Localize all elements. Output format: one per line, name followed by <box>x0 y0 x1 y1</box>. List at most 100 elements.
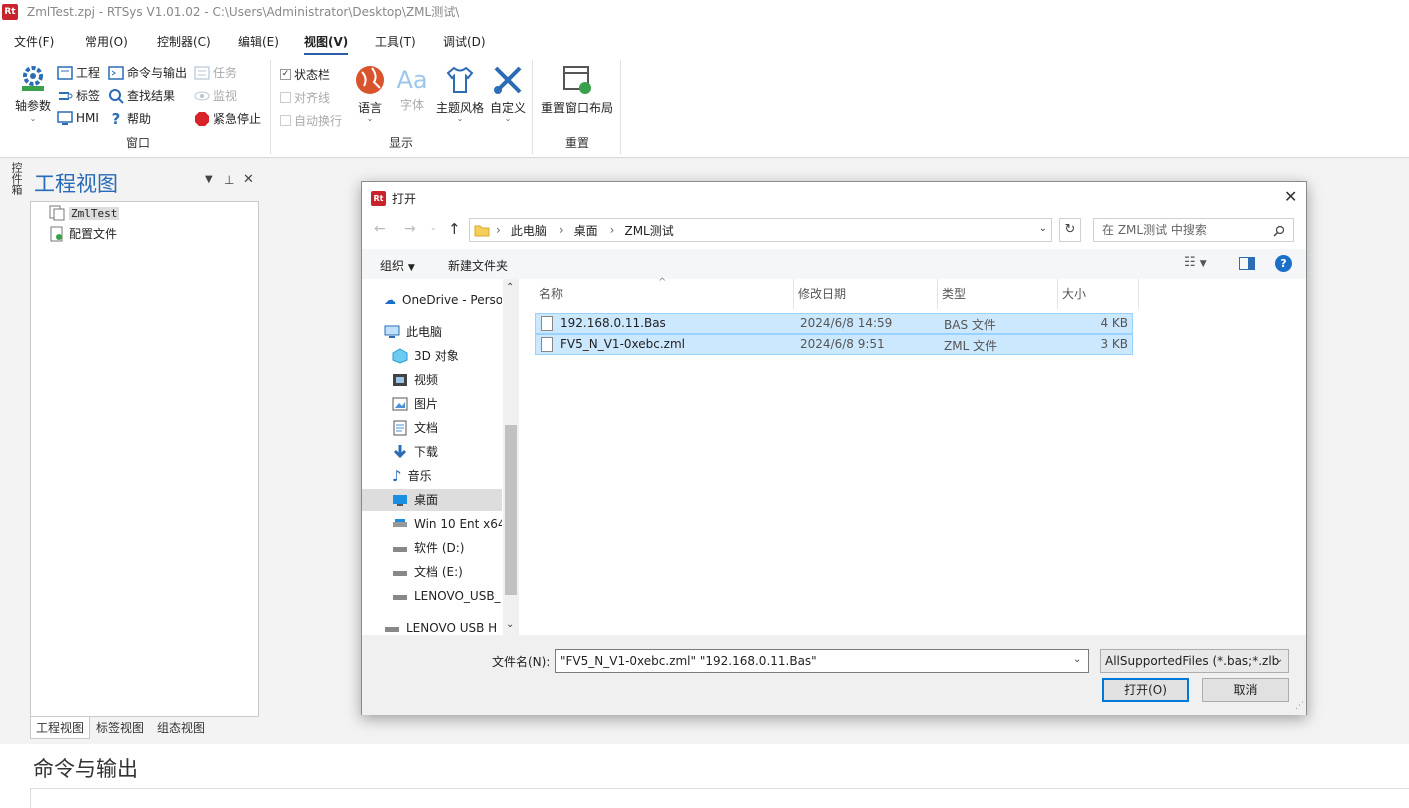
search-input[interactable]: 在 ZML测试 中搜索 <box>1093 218 1294 242</box>
drive-icon <box>393 571 407 576</box>
theme-button[interactable]: 主题风格 ⌄ <box>434 64 486 123</box>
nav-label: 视频 <box>414 373 439 387</box>
dropdown-icon[interactable]: ▼ <box>205 174 213 185</box>
find-results-button[interactable]: 查找结果 <box>108 87 175 104</box>
axis-params-label: 轴参数 <box>14 99 51 113</box>
filename-input[interactable]: "FV5_N_V1-0xebc.zml" "192.168.0.11.Bas" <box>555 649 1089 673</box>
nav-item-drive-d[interactable]: 软件 (D:) <box>392 537 502 559</box>
breadcrumb-desktop[interactable]: 桌面 <box>574 222 598 239</box>
column-header-date[interactable]: 修改日期 <box>794 279 938 309</box>
menu-debug[interactable]: 调试(D) <box>443 33 486 50</box>
menu-edit[interactable]: 编辑(E) <box>238 33 279 50</box>
auto-wrap-checkbox[interactable]: 自动换行 <box>280 112 342 129</box>
checkbox-icon <box>280 92 291 103</box>
scroll-down-icon[interactable]: ⌄ <box>506 619 514 630</box>
menu-bar: 文件(F) 常用(O) 控制器(C) 编辑(E) 视图(V) 工具(T) 调试(… <box>0 26 1409 56</box>
font-button[interactable]: Aa 字体 <box>394 64 430 113</box>
status-bar-checkbox[interactable]: ✓ 状态栏 <box>280 66 330 83</box>
scroll-up-icon[interactable]: ⌃ <box>506 282 514 293</box>
menu-common[interactable]: 常用(O) <box>85 33 128 50</box>
file-row[interactable]: 192.168.0.11.Bas 2024/6/8 14:59 BAS 文件 4… <box>535 313 1133 334</box>
chevron-down-icon[interactable]: ⌄ <box>1073 654 1081 665</box>
column-header-name[interactable]: 名称 <box>535 279 794 309</box>
menu-controller[interactable]: 控制器(C) <box>157 33 211 50</box>
tree-item-project[interactable]: ZmlTest <box>49 205 120 221</box>
nav-item-downloads[interactable]: 下载 <box>392 441 502 463</box>
labels-label: 标签 <box>76 89 101 103</box>
menu-tools[interactable]: 工具(T) <box>375 33 416 50</box>
nav-item-music[interactable]: ♪ 音乐 <box>392 465 502 487</box>
help-icon[interactable]: ? <box>1275 255 1292 272</box>
open-button[interactable]: 打开(O) <box>1102 678 1189 702</box>
nav-scrollbar[interactable]: ⌃ ⌄ <box>503 279 519 635</box>
task-button[interactable]: 任务 <box>194 64 237 81</box>
new-folder-button[interactable]: 新建文件夹 <box>448 257 508 274</box>
reset-layout-button[interactable]: 重置窗口布局 <box>540 64 614 116</box>
axis-params-button[interactable]: 轴参数 ⌄ <box>14 64 52 123</box>
nav-item-win10[interactable]: Win 10 Ent x64 <box>392 513 502 535</box>
nav-item-pictures[interactable]: 图片 <box>392 393 502 415</box>
organize-label: 组织 <box>380 259 405 273</box>
chevron-down-icon[interactable]: ⌄ <box>430 223 437 232</box>
cancel-button[interactable]: 取消 <box>1202 678 1289 702</box>
organize-button[interactable]: 组织 ▼ <box>380 257 415 274</box>
nav-item-documents[interactable]: 文档 <box>392 417 502 439</box>
close-icon[interactable]: ✕ <box>1284 187 1297 206</box>
filename-label: 文件名(N): <box>492 655 551 669</box>
close-icon[interactable]: ✕ <box>243 172 254 187</box>
chevron-down-icon[interactable]: ⌄ <box>1275 654 1283 665</box>
nav-label: 文档 (E:) <box>414 565 463 579</box>
monitor-button[interactable]: 监视 <box>194 87 237 104</box>
nav-item-desktop[interactable]: 桌面 <box>362 489 502 511</box>
cmd-output-button[interactable]: 命令与输出 <box>108 64 187 81</box>
chevron-down-icon[interactable]: ⌄ <box>1039 223 1047 234</box>
cmd-output-area[interactable] <box>30 788 1409 808</box>
hmi-button[interactable]: HMI <box>57 110 99 126</box>
file-list-pane: ^ 名称 修改日期 类型 大小 192.168.0.11.Bas 2024/6/… <box>519 277 1306 635</box>
custom-button[interactable]: 自定义 ⌄ <box>489 64 527 123</box>
align-line-checkbox[interactable]: 对齐线 <box>280 89 330 106</box>
menu-file[interactable]: 文件(F) <box>14 33 54 50</box>
drive-icon <box>393 519 407 527</box>
picture-icon <box>392 397 408 411</box>
menu-view[interactable]: 视图(V) <box>304 33 349 55</box>
toolbox-side-tab[interactable]: 控件箱 <box>4 162 24 208</box>
project-label: 工程 <box>76 66 101 80</box>
chevron-down-icon: ⌄ <box>29 114 37 123</box>
up-arrow-icon[interactable]: ↑ <box>448 220 461 238</box>
file-type-select[interactable]: AllSupportedFiles (*.bas;*.zlb <box>1100 649 1289 673</box>
nav-item-lenovo-usb[interactable]: LENOVO_USB_ <box>392 585 502 607</box>
help-button[interactable]: ? 帮助 <box>108 110 151 127</box>
nav-item-this-pc[interactable]: 此电脑 <box>384 321 502 343</box>
nav-item-onedrive[interactable]: ☁ OneDrive - Perso <box>384 289 502 311</box>
forward-arrow-icon[interactable]: → <box>404 221 416 237</box>
labels-button[interactable]: 标签 <box>57 87 100 104</box>
stop-sign-icon <box>195 111 209 126</box>
resize-grip-icon[interactable]: ⋰ <box>1295 701 1304 711</box>
tab-label-view[interactable]: 标签视图 <box>91 717 149 739</box>
back-arrow-icon[interactable]: ← <box>374 221 386 237</box>
column-header-size[interactable]: 大小 <box>1058 279 1139 309</box>
nav-item-videos[interactable]: 视频 <box>392 369 502 391</box>
column-header-type[interactable]: 类型 <box>938 279 1058 309</box>
nav-item-drive-e[interactable]: 文档 (E:) <box>392 561 502 583</box>
project-button[interactable]: 工程 <box>57 64 100 81</box>
language-button[interactable]: 语言 ⌄ <box>352 64 388 123</box>
emergency-stop-button[interactable]: 紧急停止 <box>194 110 261 127</box>
tab-config-view[interactable]: 组态视图 <box>152 717 210 739</box>
address-bar[interactable]: › 此电脑 › 桌面 › ZML测试 ⌄ <box>469 218 1052 242</box>
nav-item-3d-objects[interactable]: 3D 对象 <box>392 345 502 367</box>
breadcrumb-this-pc[interactable]: 此电脑 <box>511 222 547 239</box>
refresh-icon[interactable]: ↻ <box>1059 218 1081 242</box>
font-icon: Aa <box>396 66 428 94</box>
preview-pane-icon[interactable] <box>1239 257 1255 270</box>
tab-project-view[interactable]: 工程视图 <box>30 717 91 739</box>
view-options-icon[interactable]: ☷ ▼ <box>1184 255 1207 270</box>
ribbon: 轴参数 ⌄ 工程 标签 HMI 命令与输出 查找结果 ? 帮助 任务 监视 紧急… <box>0 56 1409 158</box>
tree-item-config[interactable]: 配置文件 <box>49 225 117 242</box>
breadcrumb-folder[interactable]: ZML测试 <box>624 222 673 239</box>
pin-icon[interactable]: ⊥ <box>224 173 234 187</box>
scrollbar-thumb[interactable] <box>505 425 517 595</box>
dropdown-icon: ▼ <box>407 263 415 273</box>
file-row[interactable]: FV5_N_V1-0xebc.zml 2024/6/8 9:51 ZML 文件 … <box>535 334 1133 355</box>
